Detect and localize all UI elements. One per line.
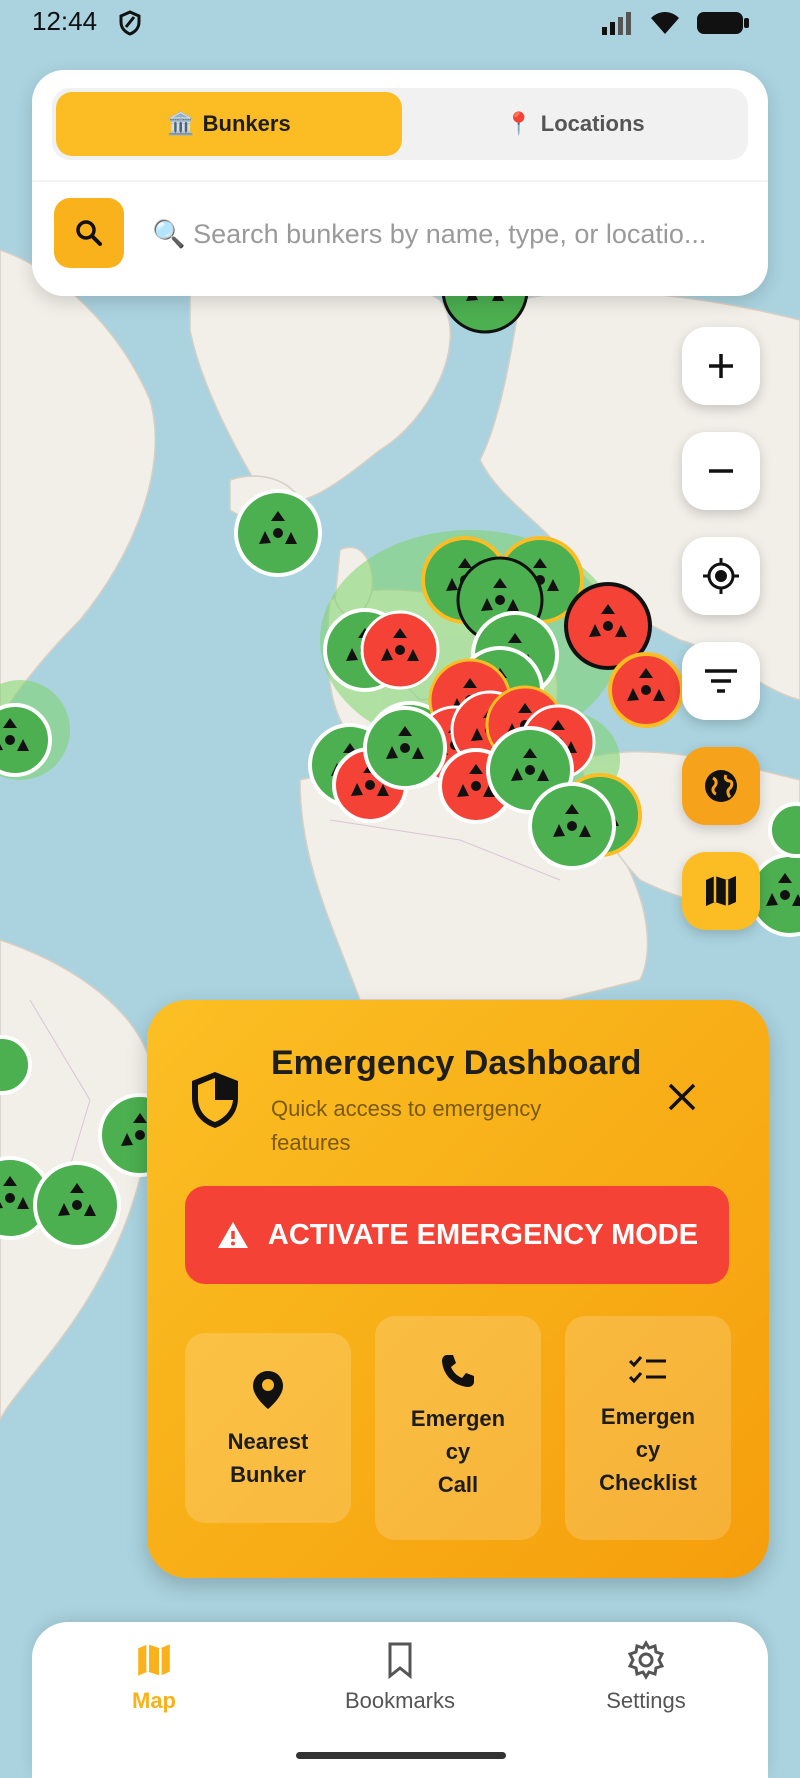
phone-icon bbox=[442, 1355, 474, 1387]
bunker-marker-alert[interactable] bbox=[360, 610, 440, 690]
bunker-marker[interactable] bbox=[0, 1035, 32, 1095]
tab-locations[interactable]: 📍 Locations bbox=[402, 92, 748, 156]
activate-label: ACTIVATE EMERGENCY MODE bbox=[267, 1218, 699, 1251]
filter-icon bbox=[705, 669, 737, 693]
home-indicator[interactable] bbox=[296, 1752, 506, 1759]
map-style-button[interactable] bbox=[682, 852, 760, 930]
zoom-in-button[interactable] bbox=[682, 327, 760, 405]
nav-item-bookmarks[interactable]: Bookmarks bbox=[310, 1640, 490, 1714]
close-icon bbox=[668, 1083, 696, 1111]
mode-tabs: 🏛️ Bunkers 📍 Locations bbox=[52, 88, 748, 160]
wifi-icon bbox=[648, 10, 682, 43]
bunker-marker[interactable] bbox=[33, 1161, 121, 1249]
plus-icon bbox=[709, 354, 733, 378]
minus-icon bbox=[709, 469, 733, 473]
filter-button[interactable] bbox=[682, 642, 760, 720]
globe-view-button[interactable] bbox=[682, 747, 760, 825]
bookmark-icon bbox=[388, 1642, 412, 1680]
emergency-checklist-button[interactable]: Emergen cy Checklist bbox=[565, 1316, 731, 1540]
bunker-marker[interactable] bbox=[528, 782, 616, 870]
nav-label: Bookmarks bbox=[344, 1688, 456, 1713]
activate-emergency-button[interactable]: ACTIVATE EMERGENCY MODE bbox=[185, 1186, 729, 1284]
tab-label: Bunkers bbox=[202, 111, 291, 136]
status-time: 12:44 bbox=[32, 6, 98, 36]
pin-icon: 📍 bbox=[505, 111, 533, 136]
shield-icon bbox=[192, 1072, 238, 1128]
zoom-out-button[interactable] bbox=[682, 432, 760, 510]
tab-label: Locations bbox=[540, 111, 645, 136]
emergency-call-button[interactable]: Emergen cy Call bbox=[375, 1316, 541, 1540]
warning-icon bbox=[217, 1222, 248, 1248]
bunker-marker[interactable] bbox=[768, 802, 800, 858]
nav-item-map[interactable]: Map bbox=[64, 1640, 244, 1714]
tab-bunkers[interactable]: 🏛️ Bunkers bbox=[56, 92, 402, 156]
status-bar: 12:44 bbox=[0, 0, 800, 44]
action-label: Nearest Bunker bbox=[227, 1429, 309, 1487]
status-icons bbox=[600, 10, 750, 43]
search-button[interactable] bbox=[54, 198, 124, 268]
nav-label: Settings bbox=[606, 1688, 686, 1713]
action-label: Emergen cy Call bbox=[410, 1406, 506, 1497]
shield-status-icon bbox=[118, 10, 142, 43]
my-location-button[interactable] bbox=[682, 537, 760, 615]
search-input[interactable] bbox=[150, 200, 754, 268]
nearest-bunker-button[interactable]: Nearest Bunker bbox=[185, 1333, 351, 1523]
checklist-icon bbox=[628, 1356, 666, 1384]
globe-icon bbox=[705, 770, 737, 802]
crosshair-icon bbox=[703, 558, 739, 594]
bunker-marker[interactable] bbox=[0, 703, 52, 777]
action-label: Emergen cy Checklist bbox=[599, 1404, 697, 1495]
emergency-dashboard: Emergency Dashboard Quick access to emer… bbox=[147, 1000, 769, 1578]
search-row bbox=[32, 180, 768, 298]
search-icon bbox=[76, 220, 102, 246]
top-search-card: 🏛️ Bunkers 📍 Locations bbox=[32, 70, 768, 296]
map-icon bbox=[138, 1644, 170, 1676]
emergency-title: Emergency Dashboard bbox=[271, 1044, 642, 1082]
bunker-marker[interactable] bbox=[363, 706, 447, 790]
emergency-subtitle: Quick access to emergency features bbox=[271, 1096, 542, 1155]
bank-icon: 🏛️ bbox=[167, 111, 195, 136]
map-icon bbox=[706, 876, 736, 906]
bunker-marker-alert[interactable] bbox=[608, 652, 684, 728]
gear-icon bbox=[627, 1640, 665, 1680]
close-button[interactable] bbox=[657, 1072, 707, 1122]
nav-item-settings[interactable]: Settings bbox=[556, 1640, 736, 1714]
location-pin-icon bbox=[253, 1371, 283, 1409]
battery-icon bbox=[696, 10, 750, 43]
signal-icon bbox=[600, 11, 634, 42]
bunker-marker[interactable] bbox=[234, 489, 322, 577]
nav-label: Map bbox=[132, 1688, 176, 1713]
